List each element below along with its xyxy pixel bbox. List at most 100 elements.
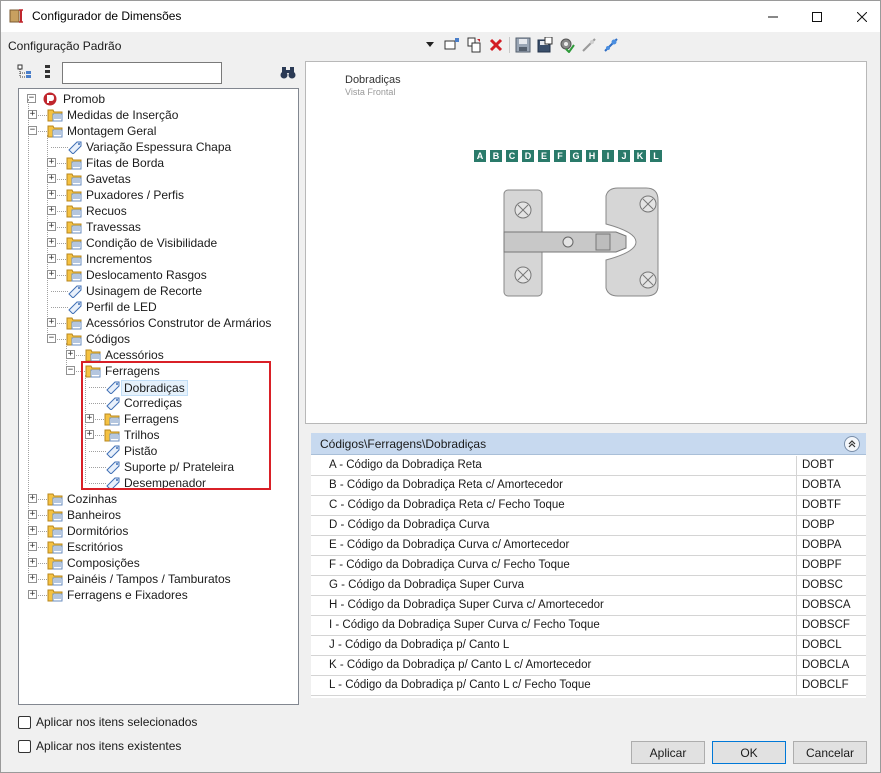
dialog-window: Configurador de Dimensões Configuração P… — [0, 0, 881, 773]
grid-cell-code[interactable]: DOBCL — [802, 639, 842, 651]
expand-toggle[interactable]: + — [28, 494, 37, 503]
expand-toggle[interactable]: + — [28, 510, 37, 519]
expand-toggle[interactable]: + — [47, 222, 56, 231]
grid-cell-code[interactable]: DOBSCF — [802, 619, 850, 631]
dropdown-button[interactable] — [419, 35, 441, 55]
expand-toggle[interactable]: + — [47, 158, 56, 167]
grid-cell-code[interactable]: DOBSC — [802, 579, 843, 591]
grid-column-separator — [796, 616, 797, 636]
expand-toggle[interactable]: + — [28, 574, 37, 583]
grid-row[interactable]: B - Código da Dobradiça Reta c/ Amortece… — [311, 476, 866, 496]
copy-dimension-icon — [467, 37, 481, 53]
tree-search-input[interactable] — [62, 62, 222, 84]
expand-toggle[interactable]: + — [47, 190, 56, 199]
expand-toggle[interactable]: + — [47, 270, 56, 279]
find-button[interactable] — [279, 64, 297, 82]
grid-row[interactable]: J - Código da Dobradiça p/ Canto L DOBCL — [311, 636, 866, 656]
save-button[interactable] — [512, 35, 534, 55]
tree-item[interactable]: + Dormitórios — [19, 523, 298, 539]
expand-toggle[interactable]: + — [47, 318, 56, 327]
maximize-button[interactable] — [794, 1, 840, 32]
grid-row[interactable]: E - Código da Dobradiça Curva c/ Amortec… — [311, 536, 866, 556]
expand-toggle[interactable]: + — [47, 174, 56, 183]
grid-cell-code[interactable]: DOBPF — [802, 559, 842, 571]
tree-item[interactable]: + Travessas — [19, 219, 298, 235]
grid-cell-code[interactable]: DOBTA — [802, 479, 841, 491]
tree-item[interactable]: + Condição de Visibilidade — [19, 235, 298, 251]
grid-row[interactable]: K - Código da Dobradiça p/ Canto L c/ Am… — [311, 656, 866, 676]
tree-item[interactable]: + Incrementos — [19, 251, 298, 267]
grid-cell-code[interactable]: DOBSCA — [802, 599, 851, 611]
collapse-toggle[interactable]: − — [28, 126, 37, 135]
tree-item[interactable]: + Banheiros — [19, 507, 298, 523]
expand-toggle[interactable]: + — [47, 254, 56, 263]
checkbox-box[interactable] — [18, 715, 31, 729]
tree-item[interactable]: Usinagem de Recorte — [19, 283, 298, 299]
expand-toggle[interactable]: + — [66, 350, 75, 359]
grid-row[interactable]: L - Código da Dobradiça p/ Canto L c/ Fe… — [311, 676, 866, 696]
grid-row[interactable]: I - Código da Dobradiça Super Curva c/ F… — [311, 616, 866, 636]
grid-row[interactable]: G - Código da Dobradiça Super Curva DOBSC — [311, 576, 866, 596]
tree-collapse-button[interactable] — [39, 63, 57, 81]
minimize-button[interactable] — [750, 1, 796, 32]
tree-item[interactable]: − Códigos — [19, 331, 298, 347]
grid-cell-code[interactable]: DOBT — [802, 459, 834, 471]
cancel-button[interactable]: Cancelar — [793, 741, 867, 764]
tree-item[interactable]: − Montagem Geral — [19, 123, 298, 139]
grid-column-separator — [796, 676, 797, 696]
tree-item[interactable]: + Fitas de Borda — [19, 155, 298, 171]
expand-toggle[interactable]: + — [28, 590, 37, 599]
save-as-button[interactable] — [534, 35, 556, 55]
tree-item[interactable]: Variação Espessura Chapa — [19, 139, 298, 155]
tree-item[interactable]: + Painéis / Tampos / Tamburatos — [19, 571, 298, 587]
grid-cell-code[interactable]: DOBTF — [802, 499, 841, 511]
delete-button[interactable] — [485, 35, 507, 55]
close-button[interactable] — [839, 1, 881, 32]
checkbox-box[interactable] — [18, 739, 31, 753]
link-button[interactable] — [578, 35, 600, 55]
settings-check-button[interactable] — [556, 35, 578, 55]
connect-button[interactable] — [600, 35, 622, 55]
tree-item[interactable]: + Deslocamento Rasgos — [19, 267, 298, 283]
grid-row[interactable]: A - Código da Dobradiça Reta DOBT — [311, 456, 866, 476]
tree-item[interactable]: + Ferragens e Fixadores — [19, 587, 298, 603]
grid-row[interactable]: D - Código da Dobradiça Curva DOBP — [311, 516, 866, 536]
grid-cell-code[interactable]: DOBCLA — [802, 659, 849, 671]
tree-item[interactable]: + Recuos — [19, 203, 298, 219]
copy-dimension-button[interactable] — [463, 35, 485, 55]
tree-item[interactable]: + Escritórios — [19, 539, 298, 555]
tree-item[interactable]: + Composições — [19, 555, 298, 571]
grid-cell-code[interactable]: DOBCLF — [802, 679, 849, 691]
expand-toggle[interactable]: + — [28, 110, 37, 119]
apply-button[interactable]: Aplicar — [631, 741, 705, 764]
expand-toggle[interactable]: + — [47, 238, 56, 247]
tree-item[interactable]: + Cozinhas — [19, 491, 298, 507]
tree-item-label: Acessórios Construtor de Armários — [86, 316, 272, 330]
grid-cell-code[interactable]: DOBP — [802, 519, 835, 531]
tree-item[interactable]: Perfil de LED — [19, 299, 298, 315]
collapse-toggle[interactable]: − — [47, 334, 56, 343]
folder-icon — [66, 236, 83, 250]
grid-row[interactable]: C - Código da Dobradiça Reta c/ Fecho To… — [311, 496, 866, 516]
ok-button[interactable]: OK — [712, 741, 786, 764]
expand-toggle[interactable]: + — [28, 542, 37, 551]
grid-cell-code[interactable]: DOBPA — [802, 539, 841, 551]
collapse-grid-button[interactable] — [844, 436, 860, 452]
folder-icon — [66, 252, 83, 266]
expand-toggle[interactable]: + — [28, 558, 37, 567]
tree-item[interactable]: + Gavetas — [19, 171, 298, 187]
tree-item[interactable]: + Medidas de Inserção — [19, 107, 298, 123]
expand-toggle[interactable]: + — [47, 206, 56, 215]
tree-root-label: Promob — [63, 92, 106, 106]
tree-item[interactable]: + Puxadores / Perfis — [19, 187, 298, 203]
grid-row[interactable]: F - Código da Dobradiça Curva c/ Fecho T… — [311, 556, 866, 576]
collapse-toggle[interactable]: − — [66, 366, 75, 375]
tree-item[interactable]: + Acessórios Construtor de Armários — [19, 315, 298, 331]
tree-expand-button[interactable] — [16, 63, 34, 81]
apply-selected-checkbox[interactable]: Aplicar nos itens selecionados — [18, 715, 197, 729]
apply-existing-checkbox[interactable]: Aplicar nos itens existentes — [18, 739, 181, 753]
minimize-icon — [768, 16, 778, 17]
grid-row[interactable]: H - Código da Dobradiça Super Curva c/ A… — [311, 596, 866, 616]
add-dimension-button[interactable] — [441, 35, 463, 55]
expand-toggle[interactable]: + — [28, 526, 37, 535]
